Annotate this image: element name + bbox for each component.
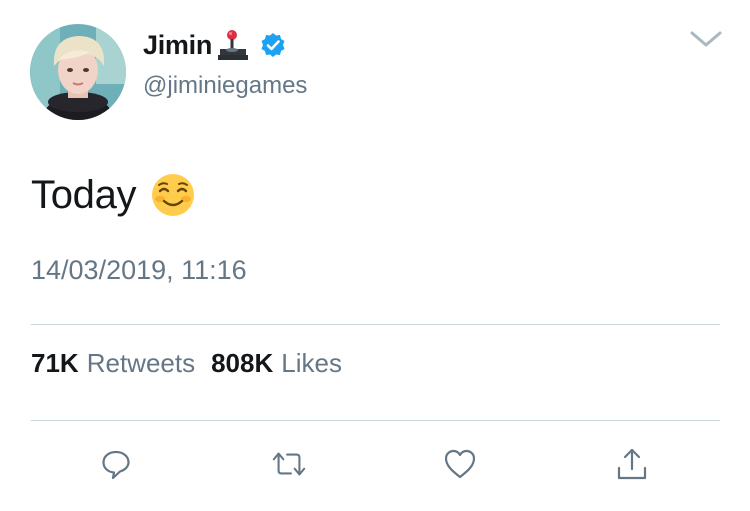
display-name[interactable]: Jimin	[143, 30, 212, 61]
retweets-label[interactable]: Retweets	[87, 348, 195, 379]
divider	[31, 324, 720, 325]
tweet-stats: 71K Retweets 808K Likes	[31, 348, 342, 379]
share-icon	[617, 448, 647, 480]
like-button[interactable]	[442, 446, 478, 482]
retweet-icon	[272, 452, 306, 476]
reply-icon	[102, 450, 130, 480]
author-name-row[interactable]: Jimin	[143, 28, 286, 62]
like-icon	[444, 449, 476, 479]
likes-count[interactable]: 808K	[211, 348, 273, 379]
author-handle[interactable]: @jiminiegames	[143, 72, 307, 100]
verified-badge-icon	[261, 33, 285, 57]
tweet-body: Today	[31, 172, 137, 217]
smiling-face-icon	[152, 174, 195, 216]
share-button[interactable]	[614, 446, 650, 482]
retweets-count[interactable]: 71K	[31, 348, 79, 379]
tweet-text: Today	[31, 172, 196, 218]
divider	[31, 420, 720, 421]
likes-label[interactable]: Likes	[281, 348, 342, 379]
retweet-button[interactable]	[271, 446, 307, 482]
avatar[interactable]	[30, 24, 126, 120]
tweet-timestamp[interactable]: 14/03/2019, 11:16	[31, 255, 247, 286]
joystick-icon	[218, 30, 249, 60]
reply-button[interactable]	[98, 446, 134, 482]
avatar-image	[30, 24, 126, 120]
chevron-down-icon[interactable]	[688, 28, 724, 50]
